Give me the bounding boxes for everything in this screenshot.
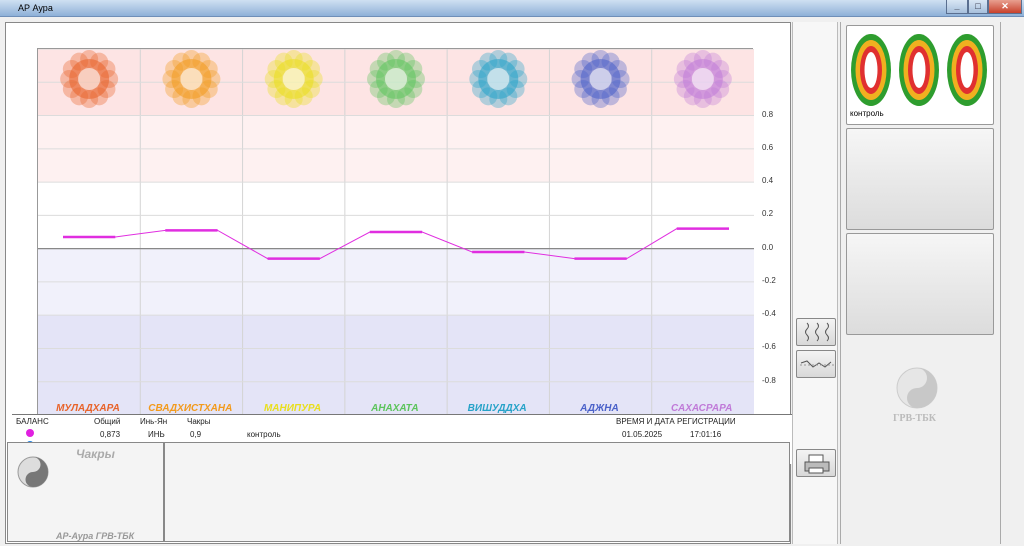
yin-yang-logo-icon	[896, 367, 938, 409]
y-tick-label: -0.2	[762, 275, 776, 285]
series-dot-magenta[interactable]	[26, 429, 34, 437]
info-panel	[164, 442, 790, 542]
cell-time: 17:01:16	[690, 430, 722, 439]
y-tick-label: -0.6	[762, 342, 776, 352]
y-tick-label: 0.8	[762, 109, 774, 119]
header-datetime: ВРЕМЯ И ДАТА РЕГИСТРАЦИИ	[616, 417, 736, 426]
toolstrip	[792, 22, 838, 544]
header-total: Общий	[94, 417, 121, 426]
background-band	[38, 281, 754, 316]
cell-total: 0,873	[100, 430, 121, 439]
aura-ring	[960, 52, 974, 88]
category-label: ВИШУДДХА	[467, 403, 527, 414]
chakra-chart	[37, 48, 754, 415]
background-band	[38, 115, 754, 149]
category-label: САХАСРАРА	[671, 403, 733, 414]
print-button[interactable]	[796, 449, 836, 477]
chakra-center	[691, 68, 714, 90]
app-brand: АР-Аура ГРВ-ТБК	[56, 531, 135, 541]
cell-name: контроль	[247, 430, 281, 439]
background-band	[38, 148, 754, 183]
background-band	[38, 248, 754, 282]
side-strip	[1000, 22, 1024, 544]
minimize-button[interactable]: _	[946, 0, 968, 14]
vertical-waves-icon	[805, 322, 829, 342]
chakras-logo-panel: Чакры АР-Аура ГРВ-ТБК	[7, 442, 164, 542]
background-band	[38, 348, 754, 382]
category-label: МУЛАДХАРА	[56, 403, 120, 414]
line-graph-icon	[800, 360, 834, 368]
header-balance: БАЛАНС	[16, 417, 49, 426]
chakra-center	[282, 68, 305, 90]
waves-button[interactable]	[796, 318, 836, 346]
y-tick-label: 0.0	[762, 242, 774, 252]
aura-thumbnail[interactable]: контроль	[846, 25, 994, 125]
y-tick-label: 0.4	[762, 176, 774, 186]
cell-date: 01.05.2025	[622, 430, 663, 439]
cell-yinyang: ИНЬ	[148, 430, 165, 439]
yin-yang-icon	[17, 456, 49, 488]
aura-ring	[864, 52, 878, 88]
y-tick-label: -0.4	[762, 309, 776, 319]
grv-brand: ГРВ-ТБК	[893, 413, 937, 424]
thumbnails-panel: контроль ГРВ-ТБК	[840, 22, 1000, 544]
window-title: АР Аура	[18, 3, 53, 13]
maximize-button[interactable]: □	[968, 0, 988, 14]
thumbnail-label: контроль	[850, 109, 884, 118]
close-button[interactable]: ✕	[988, 0, 1022, 14]
y-tick-label: 0.6	[762, 142, 774, 152]
title-bar: АР Аура _ □ ✕	[0, 0, 1024, 17]
chakra-center	[180, 68, 203, 90]
category-label: СВАДХИСТХАНА	[148, 403, 233, 414]
graph-button[interactable]	[796, 350, 836, 378]
chakras-title: Чакры	[76, 447, 115, 461]
y-tick-label: 0.2	[762, 209, 774, 219]
chakra-center	[487, 68, 510, 90]
chakra-center	[589, 68, 612, 90]
header-chakras: Чакры	[187, 417, 211, 426]
y-tick-label: -0.8	[762, 375, 776, 385]
header-yinyang: Инь-Ян	[140, 417, 168, 426]
chakra-center	[78, 68, 101, 90]
aura-image	[851, 34, 987, 106]
y-axis-labels: 0.8 0.6 0.4 0.2 0.0 -0.2 -0.4 -0.6 -0.8	[754, 48, 794, 414]
background-band	[38, 315, 754, 349]
chakra-center	[385, 68, 407, 90]
chart-svg	[38, 49, 754, 415]
category-label: АНАХАТА	[371, 403, 419, 414]
cell-chakras: 0,9	[190, 430, 202, 439]
background-band	[38, 182, 754, 216]
empty-slot-1[interactable]	[846, 128, 994, 230]
empty-slot-2[interactable]	[846, 233, 994, 335]
category-label: АДЖНА	[580, 403, 619, 414]
category-label: МАНИПУРА	[263, 403, 322, 414]
aura-ring	[912, 52, 926, 88]
printer-icon	[804, 454, 830, 474]
